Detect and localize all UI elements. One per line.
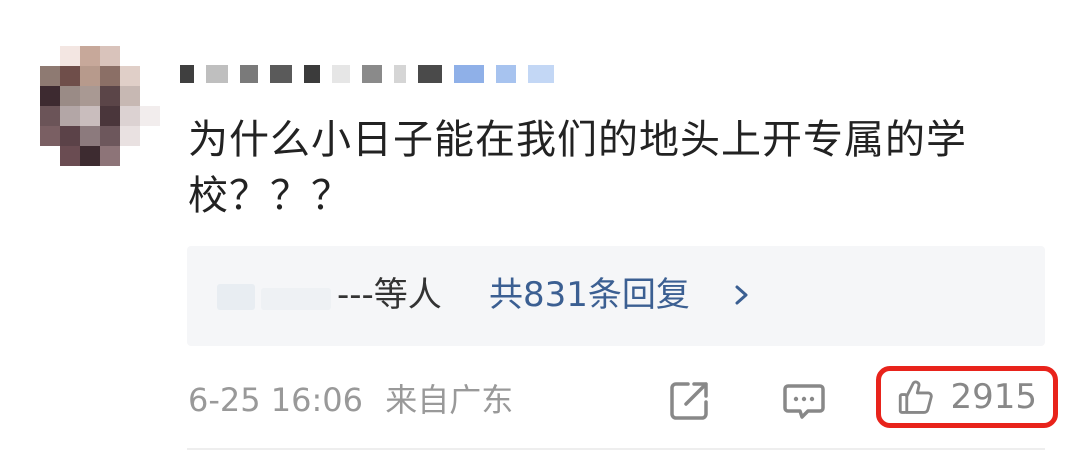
chevron-right-icon — [735, 285, 748, 305]
reply-names-suffix: ---等人 — [337, 275, 442, 315]
comment-meta: 6-25 16:06 来自广东 — [188, 376, 525, 424]
view-replies-link[interactable]: 共831条回复 — [489, 270, 690, 320]
timestamp: 6-25 16:06 — [188, 381, 364, 419]
comment-button[interactable] — [782, 376, 826, 424]
comment-text: 为什么小日子能在我们的地头上开专属的学校？？？ — [188, 117, 967, 219]
thumbs-up-icon — [898, 380, 933, 414]
avatar[interactable] — [40, 46, 160, 166]
share-icon — [670, 382, 708, 420]
location: 来自广东 — [385, 381, 514, 419]
share-button[interactable] — [668, 376, 712, 424]
replies-preview[interactable]: ---等人 共831条回复 — [187, 246, 1045, 346]
like-count: 2915 — [950, 377, 1037, 417]
divider — [187, 448, 1045, 450]
reply-usernames — [217, 276, 337, 316]
like-button[interactable]: 2915 — [876, 366, 1058, 428]
username[interactable] — [180, 44, 566, 104]
comment-icon — [783, 384, 825, 419]
